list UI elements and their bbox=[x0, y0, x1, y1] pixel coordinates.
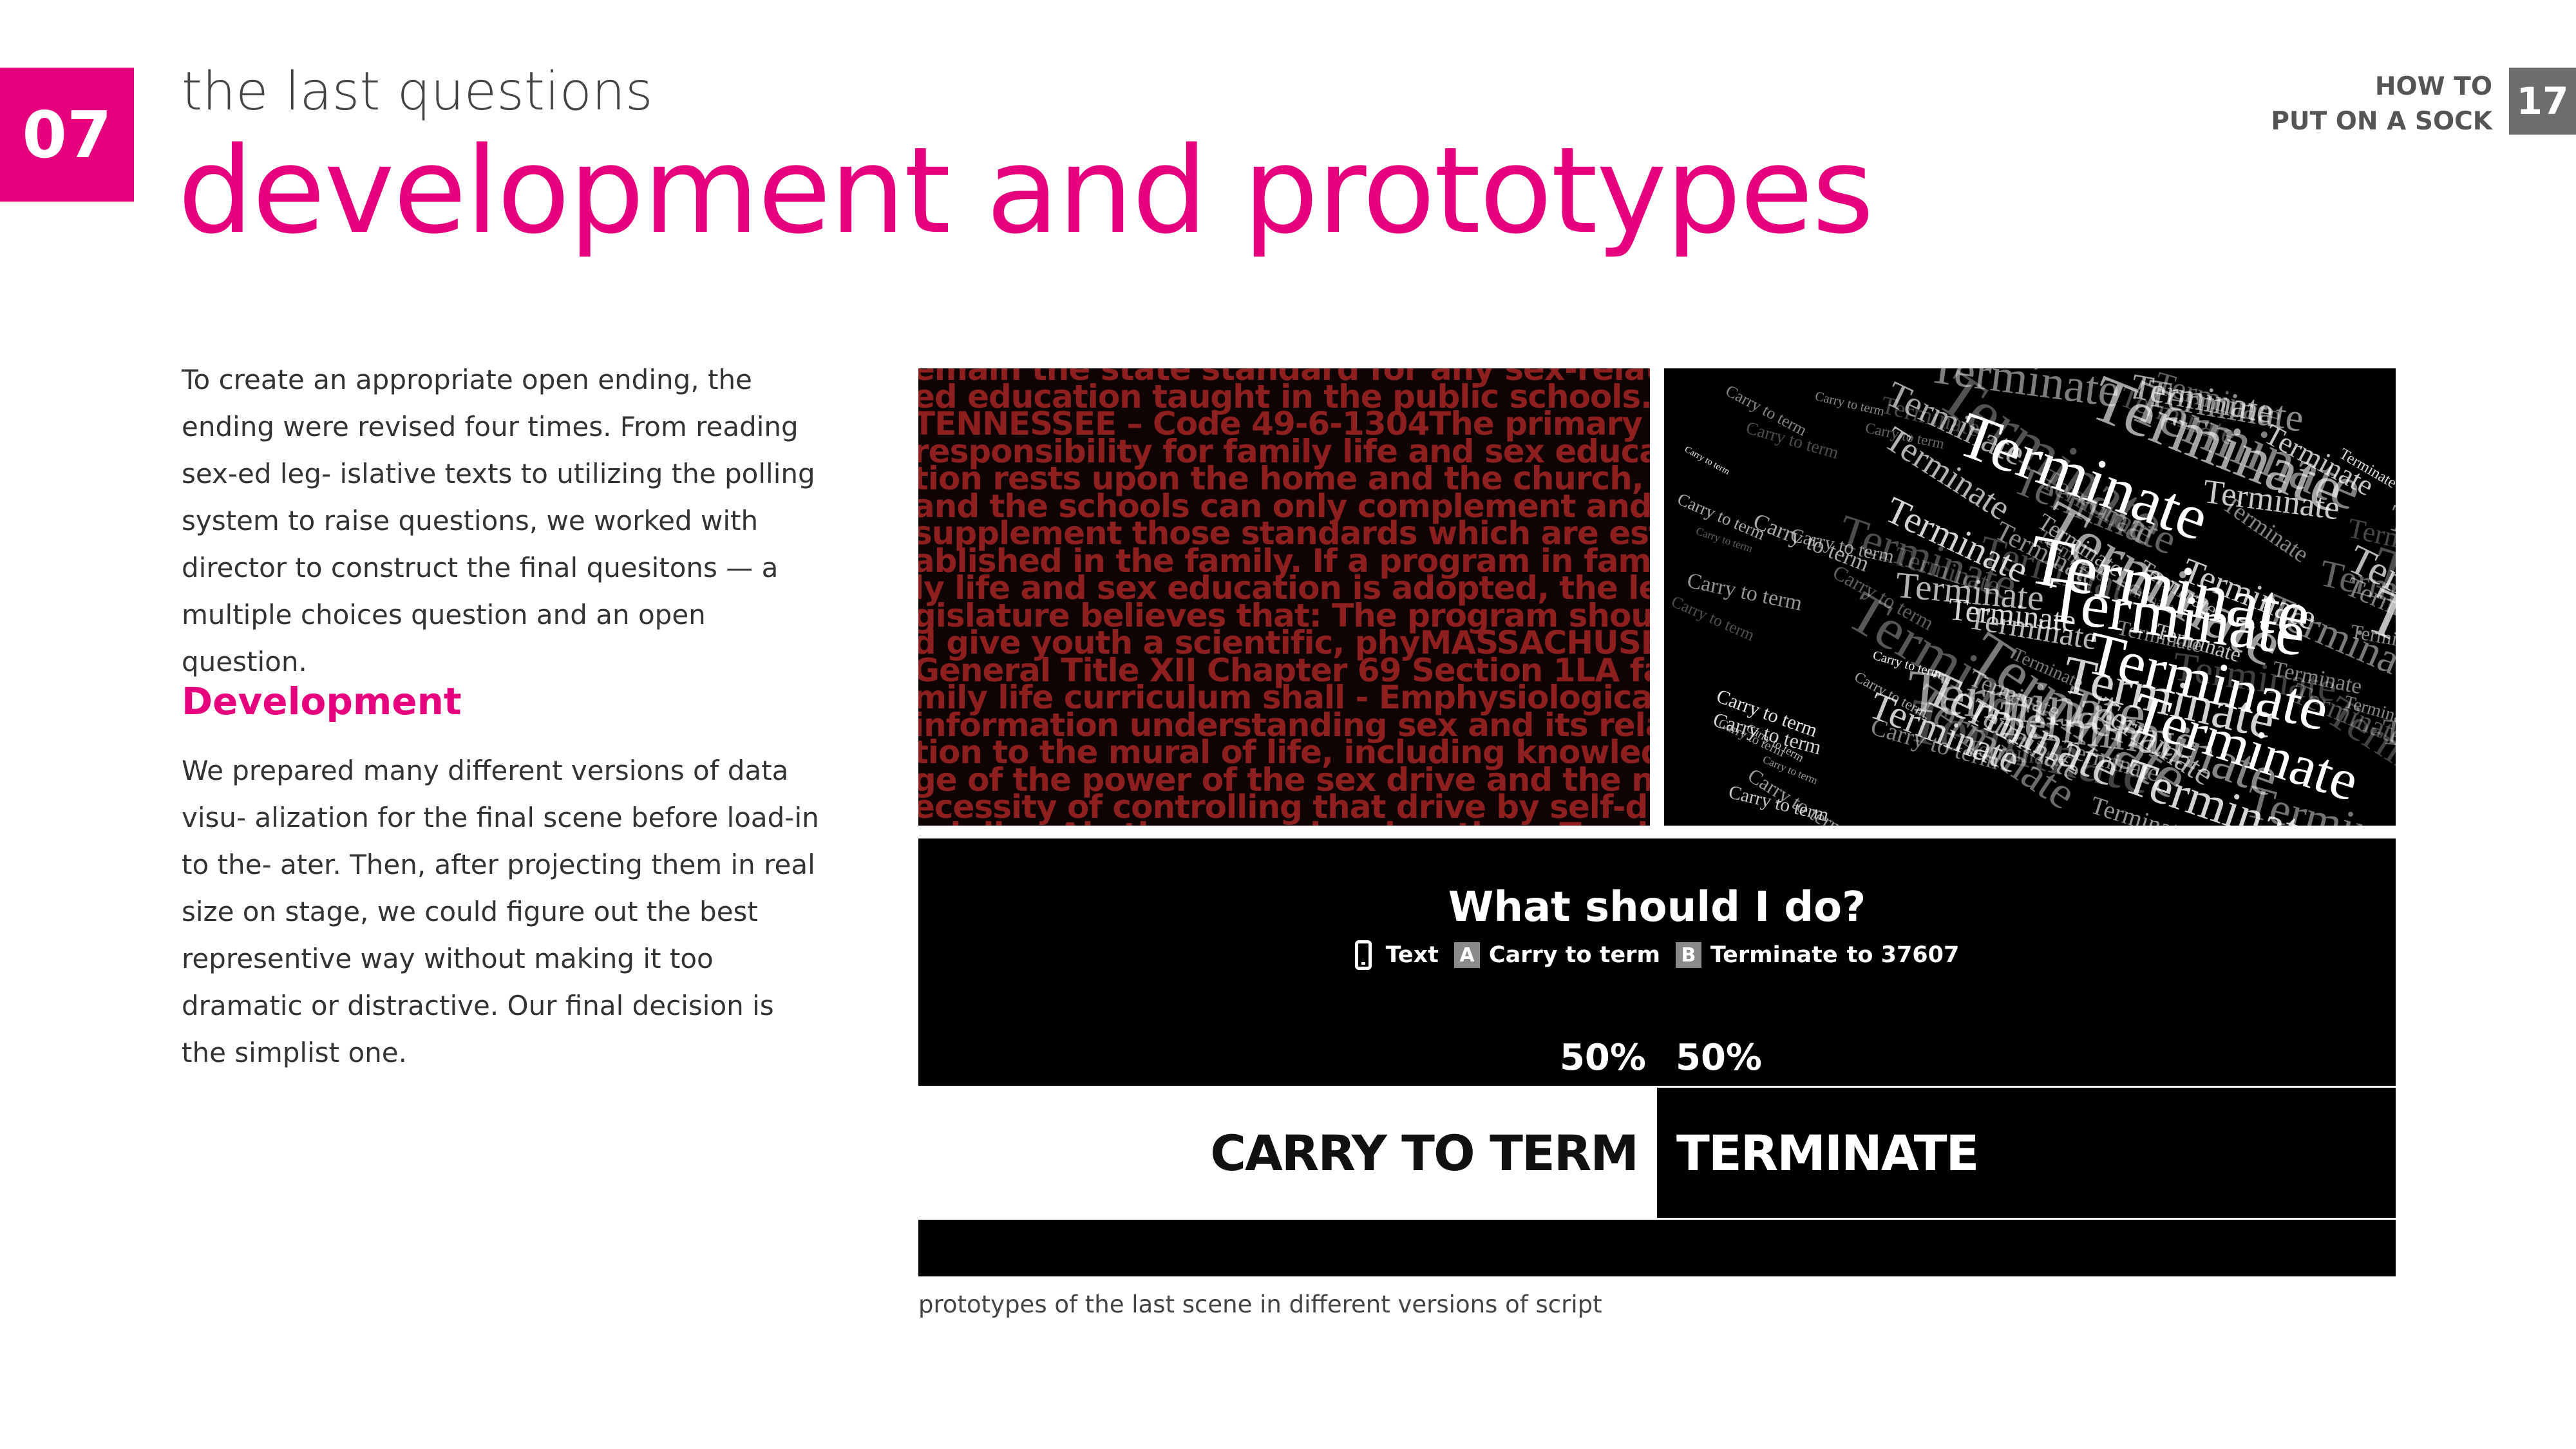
page-title: development and prototypes bbox=[178, 121, 1874, 260]
page-number: 17 bbox=[2509, 68, 2576, 135]
chapter-number: 07 bbox=[0, 68, 134, 202]
bar-terminate: TERMINATE bbox=[1657, 1086, 2396, 1220]
word-cloud-svg: TerminateTerminateTerminateTerminateTerm… bbox=[1669, 368, 2396, 826]
key-a-badge: A bbox=[1454, 942, 1480, 968]
book-title-line-2: PUT ON A SOCK bbox=[2271, 107, 2492, 136]
prototype-poll-result: What should I do? Text A Carry to term B… bbox=[918, 838, 2396, 1276]
development-paragraph: We prepared many different versions of d… bbox=[182, 755, 819, 1068]
text-label: Text bbox=[1385, 942, 1439, 968]
prototype-word-cloud: Terminate Terminate Terminate Terminate Term… bbox=[1664, 368, 2396, 826]
development-heading: Development bbox=[182, 679, 462, 723]
section-kicker: the last questions bbox=[182, 61, 653, 122]
legislative-text-wall: emain the state standard for any sex-rel… bbox=[918, 368, 1650, 826]
intro-paragraph: To create an appropriate open ending, th… bbox=[182, 364, 815, 677]
word-carry-to-term: Carry to term bbox=[1814, 389, 1886, 419]
percent-carry: 50% bbox=[1559, 1037, 1646, 1079]
prototype-legislative-text: emain the state standard for any sex-rel… bbox=[918, 368, 1650, 826]
sms-number: to 37607 bbox=[1846, 942, 1960, 968]
bar-carry-to-term: CARRY TO TERM bbox=[918, 1086, 1657, 1220]
figure-caption: prototypes of the last scene in differen… bbox=[918, 1291, 1602, 1318]
poll-question: What should I do? bbox=[1448, 884, 1866, 931]
key-b-badge: B bbox=[1675, 942, 1701, 968]
option-b-label: Terminate bbox=[1710, 942, 1838, 968]
poll-instructions: Text A Carry to term B Terminate to 3760… bbox=[918, 940, 2396, 970]
book-title: HOW TO PUT ON A SOCK bbox=[2170, 70, 2492, 139]
word-carry-to-term: Carry to term bbox=[1683, 444, 1731, 477]
option-a-label: Carry to term bbox=[1488, 942, 1660, 968]
phone-icon bbox=[1354, 940, 1372, 970]
percent-terminate: 50% bbox=[1676, 1037, 1763, 1079]
book-title-line-1: HOW TO bbox=[2374, 72, 2492, 101]
